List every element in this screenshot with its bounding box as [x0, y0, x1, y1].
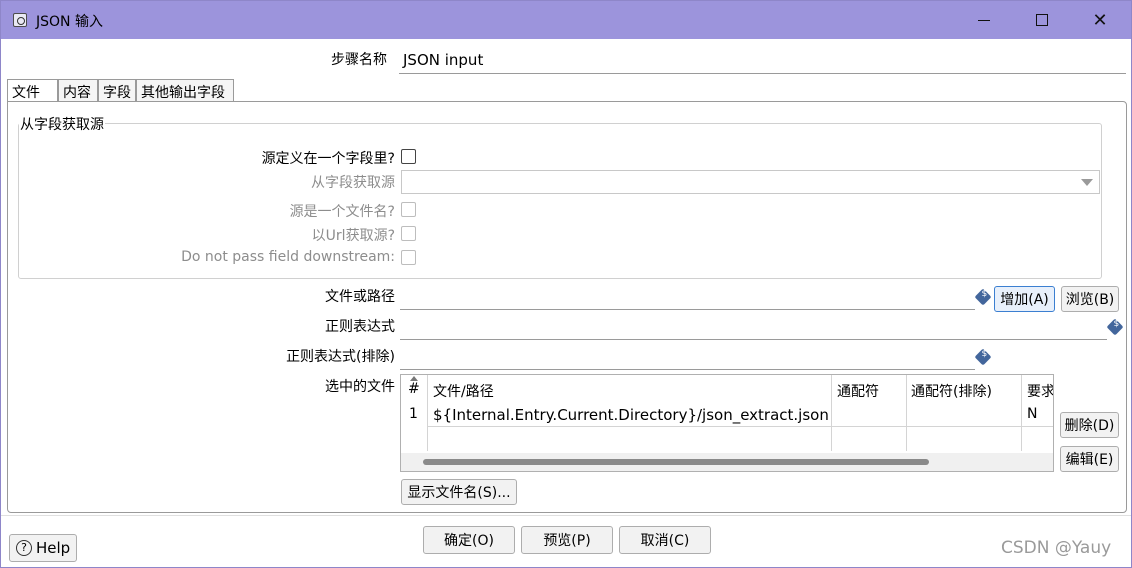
add-button[interactable]: 增加(A) — [994, 286, 1055, 312]
selected-files-table: # 文件/路径 通配符 通配符(排除) 要求 1 ${Internal.Entr… — [400, 374, 1054, 472]
column-divider — [906, 375, 907, 451]
row-divider — [427, 426, 1053, 427]
preview-button[interactable]: 预览(P) — [521, 526, 613, 554]
source-field-select[interactable] — [401, 170, 1100, 194]
column-header-path[interactable]: 文件/路径 — [433, 381, 494, 401]
source-from-url-label: 以Url获取源? — [311, 228, 395, 244]
tab-content[interactable]: 内容 — [58, 79, 98, 102]
column-divider — [1021, 375, 1022, 451]
row-number: 1 — [409, 406, 418, 422]
source-group-title: 从字段获取源 — [19, 114, 105, 134]
do-not-pass-field-checkbox[interactable] — [401, 250, 416, 265]
column-header-required[interactable]: 要求 — [1027, 381, 1053, 401]
column-header-wildcard[interactable]: 通配符 — [837, 381, 879, 401]
help-button[interactable]: ? Help — [9, 534, 77, 562]
step-icon — [13, 13, 27, 27]
step-name-input[interactable]: JSON input — [399, 48, 1126, 74]
title-bar: JSON 输入 ✕ — [1, 1, 1131, 39]
step-name-label: 步骤名称 — [331, 52, 387, 68]
help-label: Help — [36, 539, 71, 557]
ok-button[interactable]: 确定(O) — [423, 526, 515, 554]
regex-exclude-input[interactable] — [400, 344, 975, 370]
edit-button[interactable]: 编辑(E) — [1060, 446, 1119, 472]
close-icon: ✕ — [1092, 9, 1108, 31]
minimize-icon — [978, 19, 990, 21]
source-is-filename-checkbox[interactable] — [401, 202, 416, 217]
window-title: JSON 输入 — [36, 14, 103, 30]
scrollbar-thumb[interactable] — [423, 459, 929, 465]
regex-input[interactable] — [400, 314, 1107, 340]
source-is-filename-label: 源是一个文件名? — [289, 204, 395, 220]
close-button[interactable]: ✕ — [1071, 1, 1129, 39]
file-path-label: 文件或路径 — [325, 289, 395, 305]
column-divider — [427, 375, 428, 451]
row-path[interactable]: ${Internal.Entry.Current.Directory}/json… — [433, 406, 829, 424]
column-header-number[interactable]: # — [408, 381, 420, 397]
tab-other-output-fields[interactable]: 其他输出字段 — [136, 79, 234, 102]
maximize-button[interactable] — [1013, 1, 1071, 39]
watermark: CSDN @Yauy — [1001, 538, 1112, 558]
selected-files-label: 选中的文件 — [325, 379, 395, 395]
file-path-input[interactable] — [400, 284, 975, 310]
footer-divider — [1, 515, 1131, 516]
row-required[interactable]: N — [1027, 406, 1037, 422]
regex-label: 正则表达式 — [325, 319, 395, 335]
delete-button[interactable]: 删除(D) — [1060, 412, 1119, 438]
tab-file[interactable]: 文件 — [7, 79, 58, 102]
do-not-pass-field-label: Do not pass field downstream: — [181, 249, 395, 265]
source-in-field-label: 源定义在一个字段里? — [261, 151, 395, 167]
browse-button[interactable]: 浏览(B) — [1061, 286, 1119, 312]
regex-exclude-label: 正则表达式(排除) — [286, 349, 395, 365]
column-divider — [831, 375, 832, 451]
help-icon: ? — [16, 540, 32, 556]
chevron-down-icon — [1081, 179, 1093, 186]
show-filenames-button[interactable]: 显示文件名(S)... — [401, 479, 517, 505]
json-input-dialog: JSON 输入 ✕ 步骤名称 JSON input 文件 内容 字段 其他输出字… — [0, 0, 1132, 568]
cancel-button[interactable]: 取消(C) — [619, 526, 711, 554]
minimize-button[interactable] — [955, 1, 1013, 39]
maximize-icon — [1036, 14, 1048, 26]
source-field-label: 从字段获取源 — [311, 175, 395, 191]
source-from-url-checkbox[interactable] — [401, 226, 416, 241]
column-header-wildcard-exclude[interactable]: 通配符(排除) — [911, 381, 992, 401]
tab-fields[interactable]: 字段 — [98, 79, 136, 102]
source-in-field-checkbox[interactable] — [401, 149, 416, 164]
